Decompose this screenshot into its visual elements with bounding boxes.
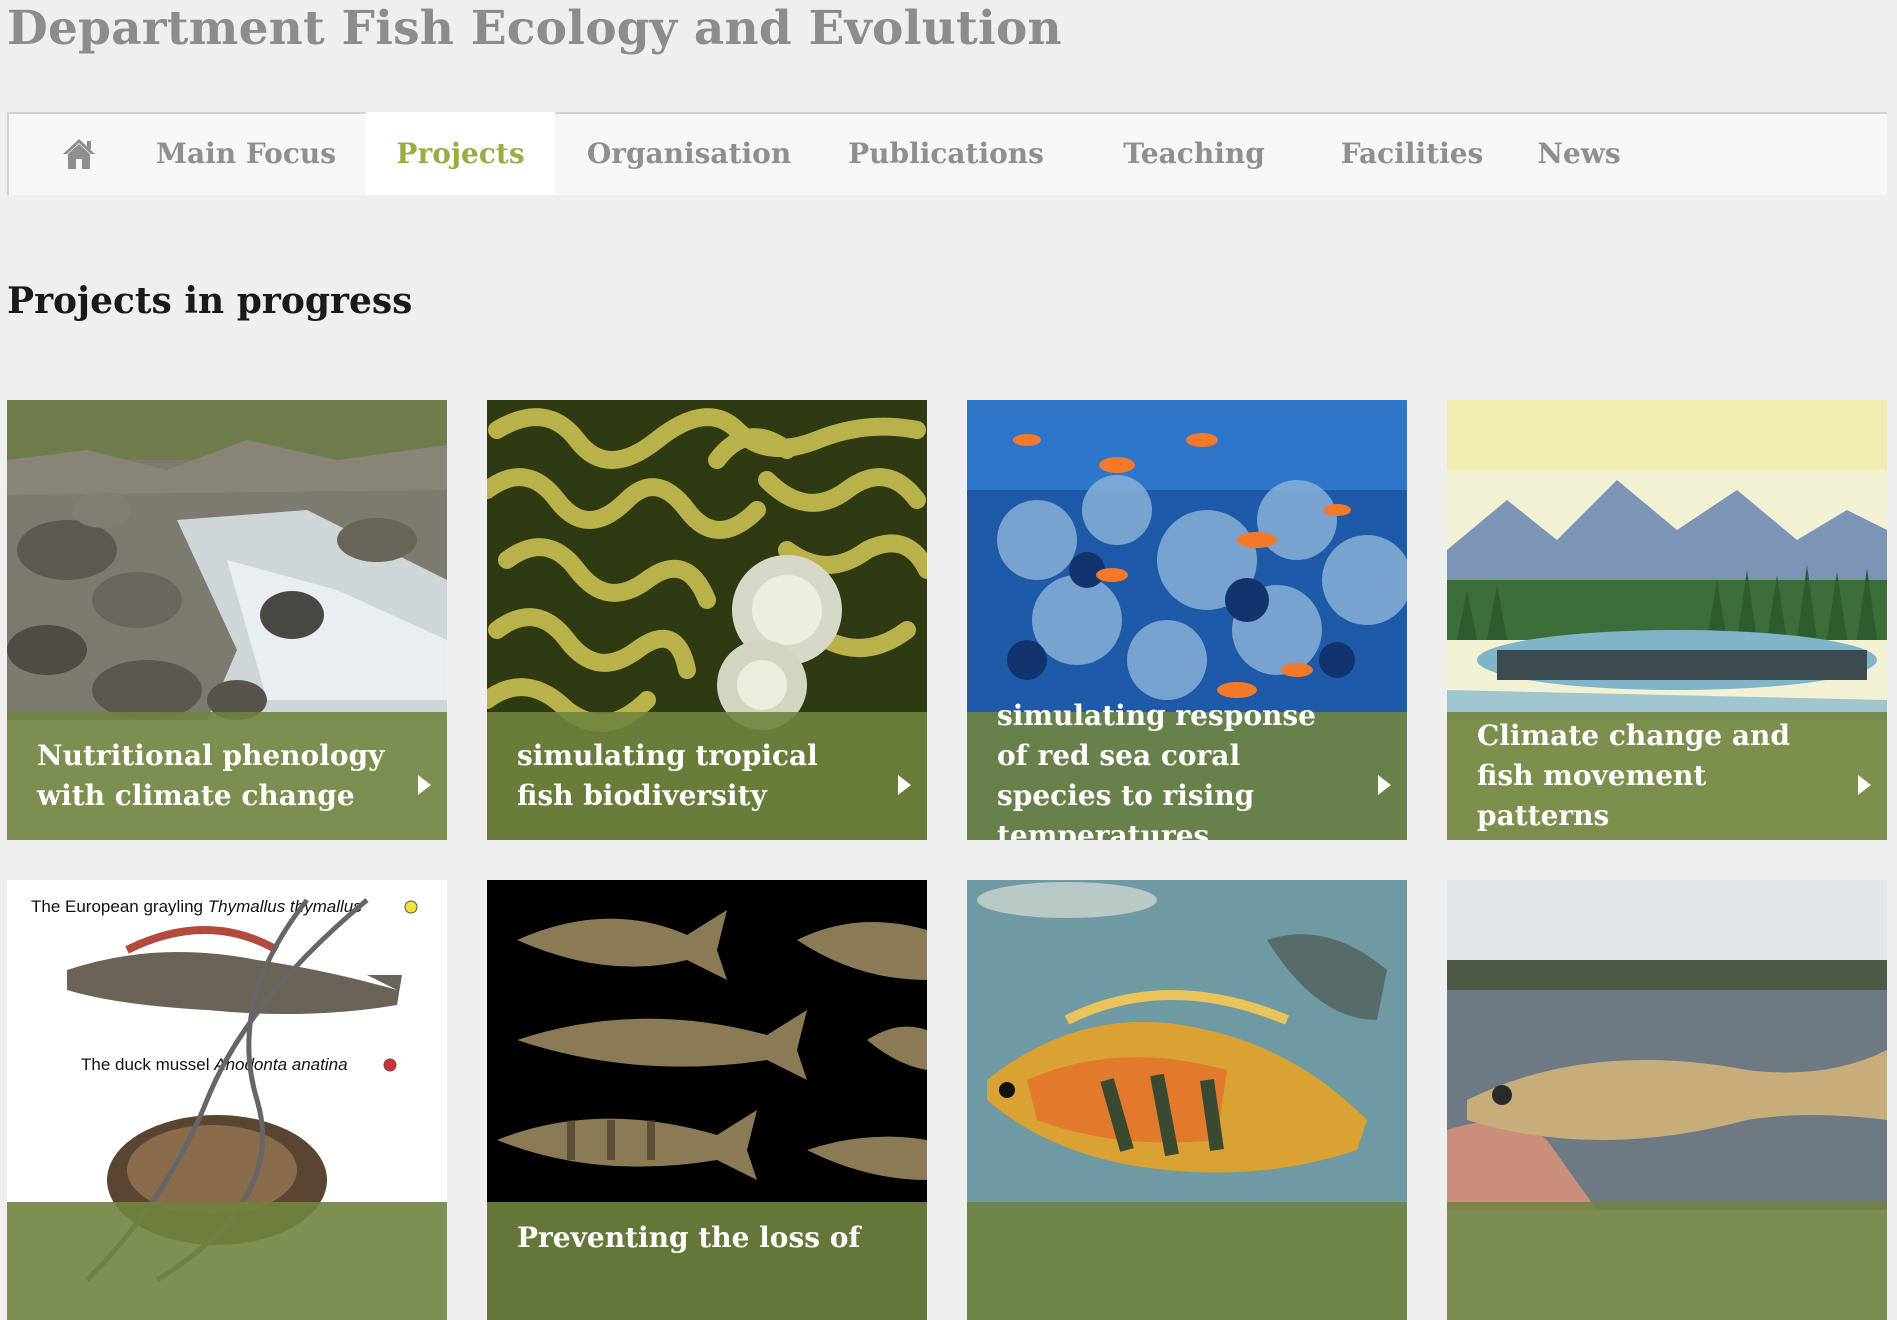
nav-organisation[interactable]: Organisation <box>569 112 809 195</box>
project-title: simulating tropical fish biodiversity <box>487 712 927 840</box>
project-title: Nutritional phenology with climate chang… <box>7 712 447 840</box>
nav-main-focus[interactable]: Main Focus <box>134 112 358 195</box>
home-icon[interactable] <box>39 112 119 195</box>
nav-news[interactable]: News <box>1509 112 1649 195</box>
project-card[interactable]: simulating tropical fish biodiversity <box>487 400 927 840</box>
arrow-right-icon <box>1858 775 1871 795</box>
project-title: Climate change and fish movement pattern… <box>1447 712 1887 840</box>
svg-text:The duck mussel Anodonta anati: The duck mussel Anodonta anatina <box>81 1055 348 1074</box>
nav-facilities[interactable]: Facilities <box>1299 112 1525 195</box>
arrow-right-icon <box>1378 775 1391 795</box>
project-card[interactable]: Nutritional phenology with climate chang… <box>7 400 447 840</box>
project-card[interactable] <box>967 880 1407 1320</box>
arrow-right-icon <box>418 775 431 795</box>
project-card[interactable]: The European grayling Thymallus thymallu… <box>7 880 447 1320</box>
project-card[interactable]: Preventing the loss of <box>487 880 927 1320</box>
project-title: simulating response of red sea coral spe… <box>967 699 1407 840</box>
svg-text:The European grayling Thymallu: The European grayling Thymallus thymallu… <box>31 897 362 916</box>
section-heading: Projects in progress <box>7 280 413 322</box>
main-navigation: Main Focus Projects Organisation Publica… <box>7 112 1887 195</box>
nav-teaching[interactable]: Teaching <box>1089 112 1299 195</box>
nav-publications[interactable]: Publications <box>821 112 1071 195</box>
project-card[interactable] <box>1447 880 1887 1320</box>
arrow-right-icon <box>898 775 911 795</box>
nav-projects[interactable]: Projects <box>366 112 555 195</box>
project-card[interactable]: simulating response of red sea coral spe… <box>967 400 1407 840</box>
project-card[interactable]: Climate change and fish movement pattern… <box>1447 400 1887 840</box>
site-title: Department Fish Ecology and Evolution <box>7 1 1062 56</box>
